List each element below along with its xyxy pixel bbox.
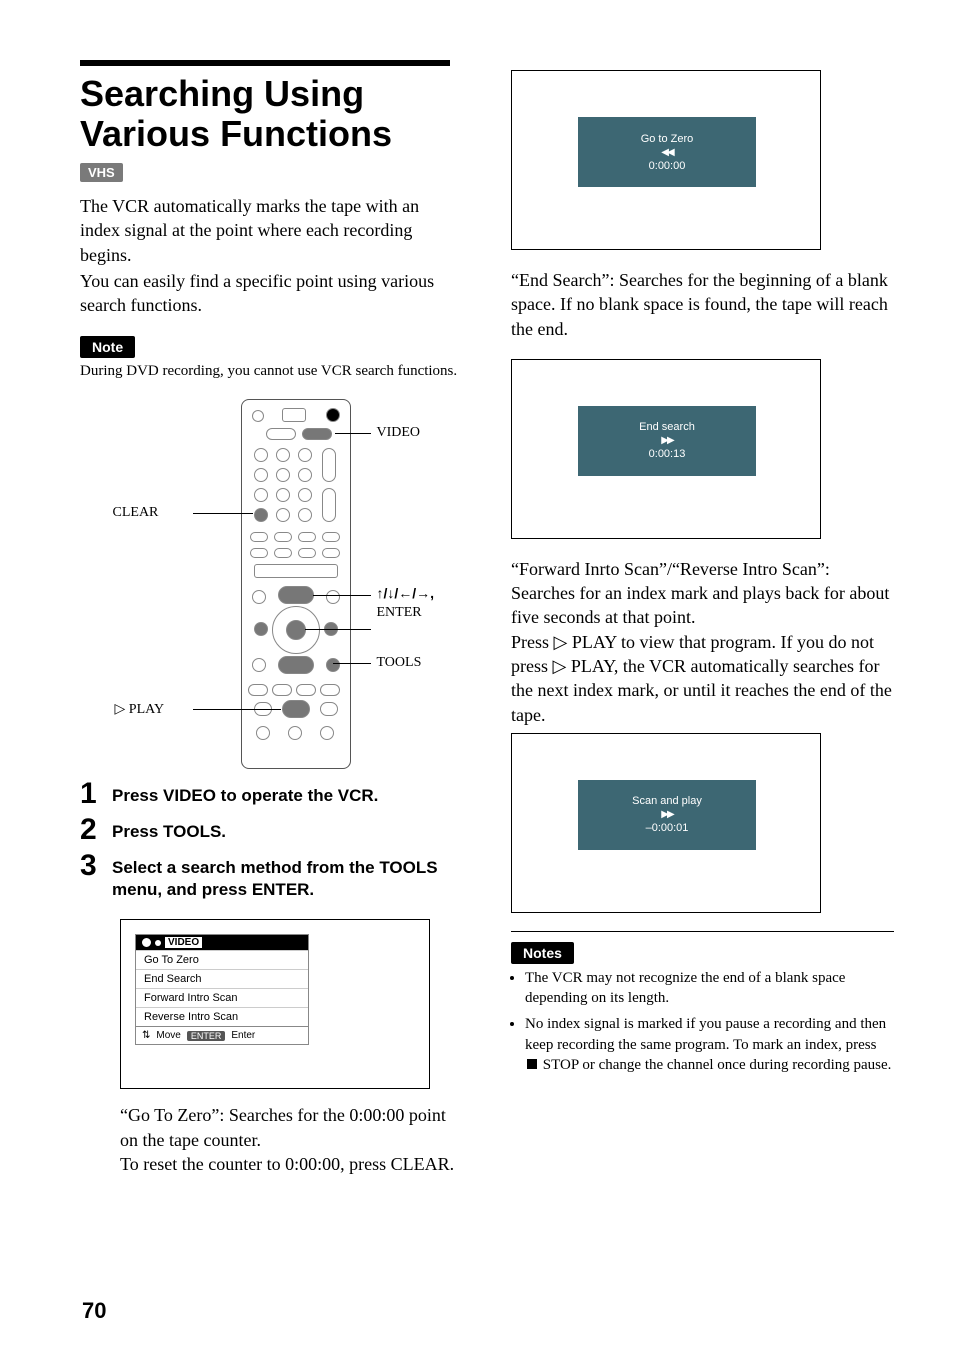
play-icon: ▷	[553, 654, 567, 678]
intro-paragraph-2: You can easily find a specific point usi…	[80, 269, 463, 318]
label-arrows: ↑/↓/←/→,	[377, 585, 435, 601]
osd-go-to-zero-panel: Go to Zero ◀◀ 0:00:00	[578, 117, 756, 187]
menu-item: Forward Intro Scan	[136, 988, 308, 1007]
notes-badge: Notes	[511, 942, 574, 964]
section-rule	[80, 60, 450, 66]
note-badge: Note	[80, 336, 135, 358]
divider	[511, 931, 894, 932]
footer-enter: Enter	[231, 1030, 255, 1041]
osd-end-search-panel: End search ▶▶ 0:00:13	[578, 406, 756, 476]
step-1: 1 Press VIDEO to operate the VCR.	[80, 779, 463, 809]
step-number: 3	[80, 851, 112, 881]
footer-move: Move	[156, 1030, 180, 1041]
panel-time: 0:00:00	[649, 160, 686, 172]
notes-bullet-2: No index signal is marked if you pause a…	[525, 1014, 894, 1075]
end-search-desc: “End Search”: Searches for the beginning…	[511, 268, 894, 341]
osd-scan-play-screen: Scan and play ▶▶ –0:00:01	[511, 733, 821, 913]
panel-time: 0:00:13	[649, 448, 686, 460]
vhs-badge: VHS	[80, 163, 123, 182]
ffwd-icon: ▶▶	[661, 809, 672, 820]
rewind-icon: ◀◀	[661, 147, 672, 158]
step-text: Select a search method from the TOOLS me…	[112, 851, 463, 901]
updown-icon: ⇅	[142, 1030, 150, 1041]
play-icon: ▷	[554, 630, 568, 654]
page-number: 70	[82, 1298, 106, 1324]
ffwd-icon: ▶▶	[661, 435, 672, 446]
menu-item: End Search	[136, 969, 308, 988]
label-enter: ENTER	[377, 605, 422, 621]
intro-scan-desc1: “Forward Inrto Scan”/“Reverse Intro Scan…	[511, 557, 894, 630]
intro-scan-desc2: Press ▷ PLAY to view that program. If yo…	[511, 630, 894, 727]
step-2: 2 Press TOOLS.	[80, 815, 463, 845]
step-text: Press VIDEO to operate the VCR.	[112, 779, 463, 807]
remote-diagram: VIDEO CLEAR ↑/↓/←/→, ENTER TOOLS ▷ PLAY	[107, 399, 437, 769]
menu-item: Go To Zero	[136, 950, 308, 969]
menu-item: Reverse Intro Scan	[136, 1007, 308, 1026]
note-text: During DVD recording, you cannot use VCR…	[80, 362, 463, 382]
step-3: 3 Select a search method from the TOOLS …	[80, 851, 463, 901]
footer-enter-badge: ENTER	[187, 1031, 226, 1041]
step-number: 1	[80, 779, 112, 809]
go-to-zero-reset: To reset the counter to 0:00:00, press C…	[120, 1152, 463, 1176]
page-title: Searching Using Various Functions	[80, 74, 463, 153]
notes-bullet-1: The VCR may not recognize the end of a b…	[525, 968, 894, 1009]
label-tools: TOOLS	[377, 655, 422, 671]
intro-paragraph-1: The VCR automatically marks the tape wit…	[80, 194, 463, 267]
panel-time: –0:00:01	[646, 822, 689, 834]
panel-title: Go to Zero	[641, 133, 694, 145]
osd-tools-menu-screen: VIDEO Go To Zero End Search Forward Intr…	[120, 919, 430, 1089]
osd-scan-play-panel: Scan and play ▶▶ –0:00:01	[578, 780, 756, 850]
osd-menu-header: VIDEO	[165, 937, 202, 948]
osd-go-to-zero-screen: Go to Zero ◀◀ 0:00:00	[511, 70, 821, 250]
panel-title: Scan and play	[632, 795, 702, 807]
step-text: Press TOOLS.	[112, 815, 463, 843]
stop-icon	[527, 1059, 537, 1069]
osd-end-search-screen: End search ▶▶ 0:00:13	[511, 359, 821, 539]
step-number: 2	[80, 815, 112, 845]
label-play: ▷ PLAY	[115, 701, 165, 718]
panel-title: End search	[639, 421, 695, 433]
osd-tools-menu: VIDEO Go To Zero End Search Forward Intr…	[135, 934, 309, 1045]
label-clear: CLEAR	[113, 505, 159, 521]
go-to-zero-desc: “Go To Zero”: Searches for the 0:00:00 p…	[120, 1103, 463, 1152]
label-video: VIDEO	[377, 425, 421, 441]
